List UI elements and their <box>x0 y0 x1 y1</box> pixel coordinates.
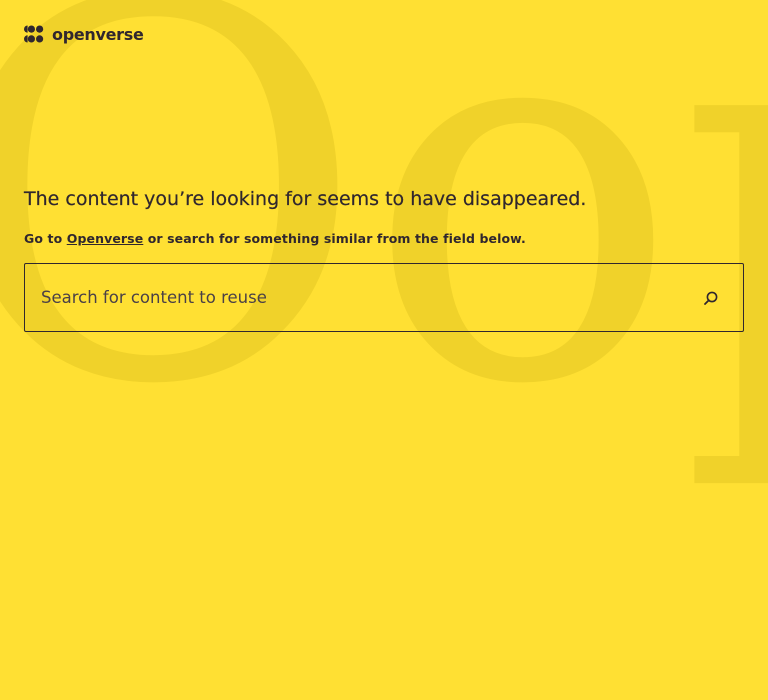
subline-prefix: Go to <box>24 231 63 246</box>
error-subline: Go to Openverse or search for something … <box>24 231 744 247</box>
search-input[interactable] <box>25 264 679 331</box>
brand-name: openverse <box>52 24 144 44</box>
home-logo-link[interactable]: openverse <box>24 25 144 44</box>
error-headline: The content you’re looking for seems to … <box>24 188 587 210</box>
openverse-logo-icon <box>24 25 44 43</box>
search-form <box>24 263 744 332</box>
search-button[interactable] <box>679 264 743 331</box>
openverse-home-link[interactable]: Openverse <box>67 231 144 246</box>
oops-background-watermark: Oops <box>0 0 768 498</box>
site-header: openverse <box>24 24 144 44</box>
error-content: The content you’re looking for seems to … <box>24 186 744 332</box>
subline-suffix: or search for something similar from the… <box>147 231 526 246</box>
search-icon <box>704 291 718 305</box>
